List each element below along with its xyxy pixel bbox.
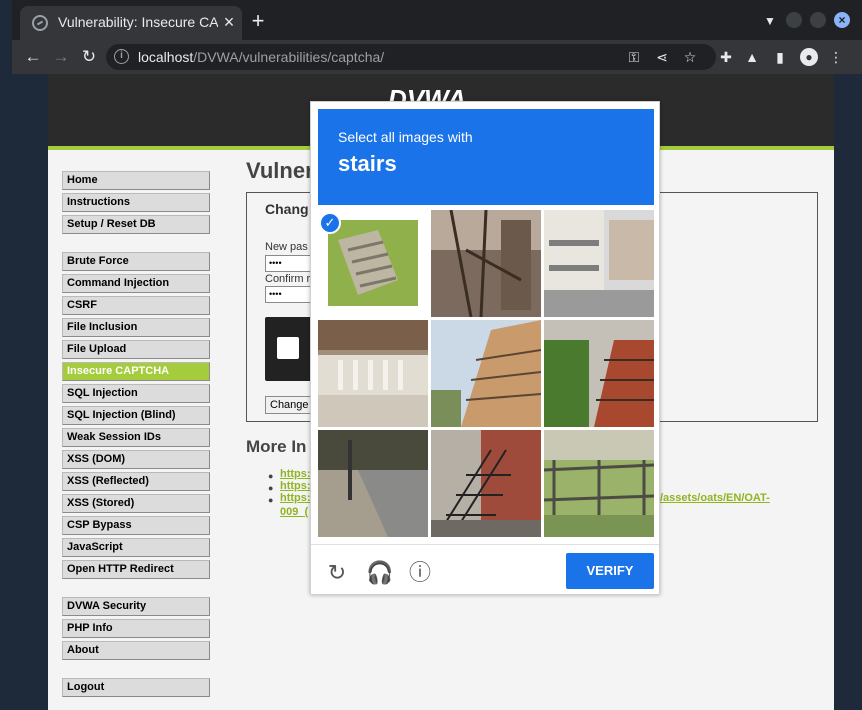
captcha-tile-4[interactable] <box>318 320 428 427</box>
tab-close-icon[interactable]: × <box>220 13 238 31</box>
confirm-password-label: Confirm r <box>265 273 311 285</box>
page-title: Vulner <box>246 158 314 183</box>
tab-search-chevron-icon[interactable]: ▼ <box>764 14 776 28</box>
window-close-button[interactable]: × <box>834 12 850 28</box>
more-info-link-3-tail[interactable]: /assets/oats/EN/OAT- <box>660 492 770 504</box>
browser-tab[interactable]: Vulnerability: Insecure CAPTCHA × <box>20 6 242 40</box>
menu-icon[interactable]: ⋮ <box>826 47 846 67</box>
sidebar-item-xss-reflected[interactable]: XSS (Reflected) <box>62 472 210 491</box>
sidebar-item-about[interactable]: About <box>62 641 210 660</box>
captcha-tile-2[interactable] <box>431 210 541 317</box>
sidebar-item-file-upload[interactable]: File Upload <box>62 340 210 359</box>
sidebar-item-sql-injection[interactable]: SQL Injection <box>62 384 210 403</box>
list-bullet: ● <box>268 471 274 481</box>
captcha-target-word: stairs <box>338 151 397 176</box>
extensions-icon[interactable]: ✚ <box>716 47 736 67</box>
new-tab-button[interactable]: + <box>248 10 268 32</box>
info-icon[interactable]: ⓘ <box>407 560 433 586</box>
sidebar-item-dvwa-security[interactable]: DVWA Security <box>62 597 210 616</box>
sidebar-item-javascript[interactable]: JavaScript <box>62 538 210 557</box>
sidebar-item-csrf[interactable]: CSRF <box>62 296 210 315</box>
profile-icon[interactable]: ● <box>800 48 818 66</box>
more-info-link-3[interactable]: https: <box>280 492 311 504</box>
url-host: localhost <box>138 49 194 65</box>
sidebar-item-brute-force[interactable]: Brute Force <box>62 252 210 271</box>
list-bullet: ● <box>268 495 274 505</box>
form-title: Chang <box>265 201 309 217</box>
sidebar-item-weak-session-ids[interactable]: Weak Session IDs <box>62 428 210 447</box>
share-icon[interactable]: ⋖ <box>652 47 672 67</box>
captcha-footer-divider <box>311 544 659 545</box>
sidebar-item-command-injection[interactable]: Command Injection <box>62 274 210 293</box>
key-icon[interactable]: ⚿ <box>624 47 644 67</box>
list-bullet: ● <box>268 483 274 493</box>
browser-tab-bar: Vulnerability: Insecure CAPTCHA × + ▼ × <box>12 0 862 40</box>
back-arrow-icon[interactable]: ← <box>22 46 44 68</box>
browser-toolbar: ← → ↻ i localhost/DVWA/vulnerabilities/c… <box>12 40 862 74</box>
star-icon[interactable]: ☆ <box>680 47 700 67</box>
url-path: /DVWA/vulnerabilities/captcha/ <box>193 49 385 65</box>
sidebar-item-home[interactable]: Home <box>62 171 210 190</box>
new-password-label: New pas <box>265 241 308 253</box>
sidebar-item-logout[interactable]: Logout <box>62 678 210 697</box>
sidebar-item-file-inclusion[interactable]: File Inclusion <box>62 318 210 337</box>
more-info-link-2[interactable]: https: <box>280 480 311 492</box>
more-info-link-1[interactable]: https: <box>280 468 311 480</box>
more-info-title: More In <box>246 437 307 456</box>
captcha-tile-6[interactable] <box>544 320 654 427</box>
recaptcha-challenge: Select all images with stairs ✓ ↻ 🎧 ⓘ VE… <box>310 101 660 595</box>
labs-icon[interactable]: ▲ <box>742 47 762 67</box>
audio-challenge-icon[interactable]: 🎧 <box>366 560 393 586</box>
sidebar-item-xss-dom[interactable]: XSS (DOM) <box>62 450 210 469</box>
url-text[interactable]: localhost/DVWA/vulnerabilities/captcha/ <box>138 49 384 65</box>
reload-icon[interactable]: ↻ <box>78 46 100 68</box>
sidepanel-icon[interactable]: ▮ <box>770 47 790 67</box>
sidebar-item-insecure-captcha[interactable]: Insecure CAPTCHA <box>62 362 210 381</box>
sidebar-item-csp-bypass[interactable]: CSP Bypass <box>62 516 210 535</box>
sidebar-item-sql-injection-blind[interactable]: SQL Injection (Blind) <box>62 406 210 425</box>
captcha-tile-7[interactable] <box>318 430 428 537</box>
sidebar-item-setup-reset-db[interactable]: Setup / Reset DB <box>62 215 210 234</box>
more-info-link-3-cont[interactable]: 009_( <box>280 506 308 518</box>
reload-captcha-icon[interactable]: ↻ <box>324 560 350 586</box>
captcha-tile-5[interactable] <box>431 320 541 427</box>
sidebar-item-instructions[interactable]: Instructions <box>62 193 210 212</box>
sidebar-item-php-info[interactable]: PHP Info <box>62 619 210 638</box>
sidebar-item-xss-stored[interactable]: XSS (Stored) <box>62 494 210 513</box>
captcha-header: Select all images with stairs <box>318 109 654 205</box>
site-info-icon[interactable]: i <box>114 49 129 64</box>
window-maximize-button[interactable] <box>810 12 826 28</box>
selected-check-icon: ✓ <box>319 212 341 234</box>
window-minimize-button[interactable] <box>786 12 802 28</box>
captcha-tile-9[interactable] <box>544 430 654 537</box>
captcha-instruction: Select all images with <box>338 129 473 145</box>
verify-button[interactable]: VERIFY <box>566 553 654 589</box>
forward-arrow-icon[interactable]: → <box>50 46 72 68</box>
sidebar-item-open-http-redirect[interactable]: Open HTTP Redirect <box>62 560 210 579</box>
tab-favicon-icon <box>32 15 48 31</box>
tab-title: Vulnerability: Insecure CAPTCHA <box>58 14 218 30</box>
captcha-tile-8[interactable] <box>431 430 541 537</box>
captcha-tile-3[interactable] <box>544 210 654 317</box>
